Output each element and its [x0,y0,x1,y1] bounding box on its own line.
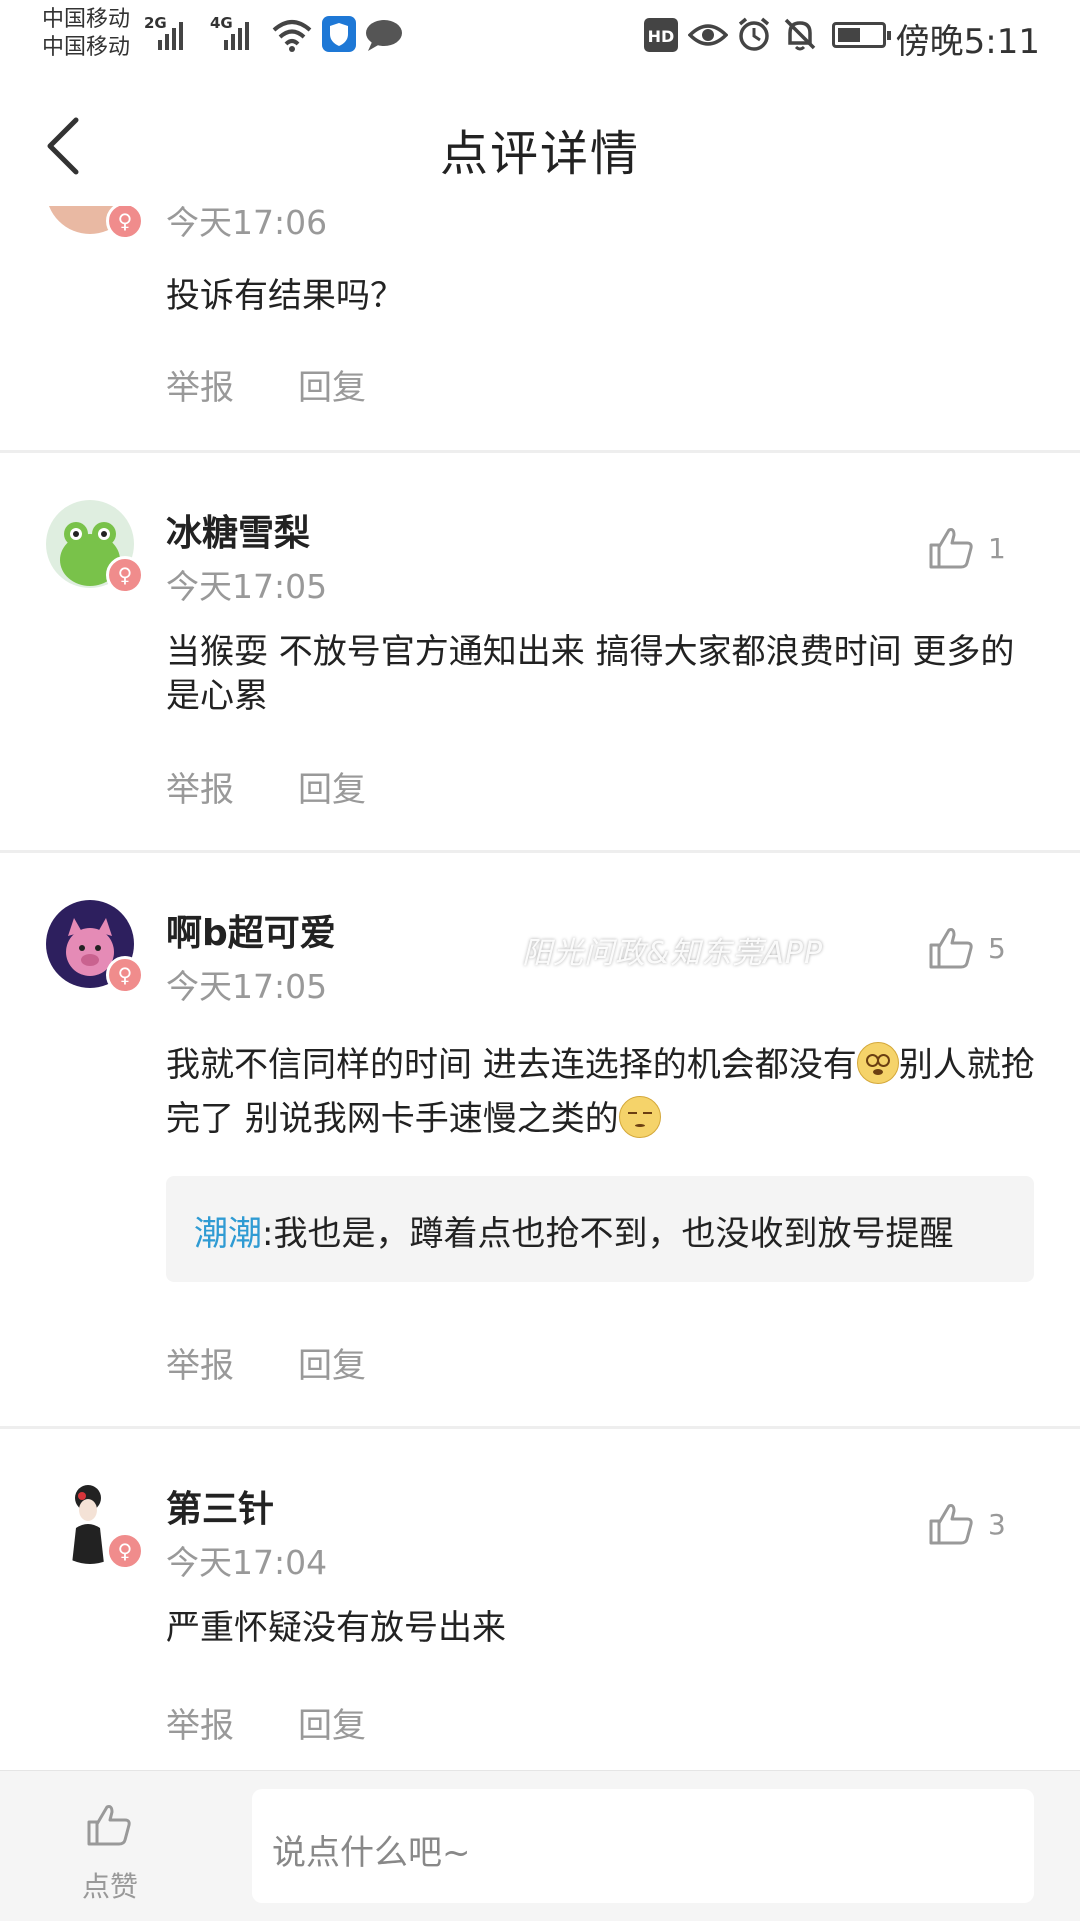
reply-user-name[interactable]: 潮潮 [194,1214,262,1254]
report-button[interactable]: 举报 [166,1338,234,1387]
comment-text: 严重怀疑没有放号出来 [166,1608,506,1648]
like-label: 点赞 [81,1870,138,1903]
comment-text: 我就不信同样的时间 进去连选择的机会都没有 别人就抢完了 别说我网卡手速慢之类的 [166,1038,1046,1146]
annoyed-face-emoji-icon [618,1096,661,1138]
carrier-labels: 中国移动 中国移动 [42,6,130,62]
avatar[interactable]: ♀ [46,1476,144,1570]
like-count: 1 [988,532,1006,565]
female-icon: ♀ [106,956,144,994]
thumbs-up-icon [929,928,973,969]
female-icon: ♀ [106,206,144,240]
user-name[interactable]: 冰糖雪梨 [166,504,310,556]
status-time: 傍晚5:11 [895,22,1040,62]
carrier-2: 中国移动 [42,35,131,60]
divider [0,450,1080,453]
report-button[interactable]: 举报 [166,1698,234,1747]
comment-time: 今天17:05 [166,967,328,1006]
message-icon [366,20,402,51]
reply-content: 潮潮:我也是，蹲着点也抢不到，也没收到放号提醒 [194,1206,953,1255]
female-icon: ♀ [106,1532,144,1570]
user-name[interactable]: 第三针 [166,1480,274,1532]
comment-text: 当猴耍 不放号官方通知出来 搞得大家都浪费时间 更多的是心累 [166,632,1015,716]
thumbs-up-icon [929,1504,973,1545]
divider [0,1426,1080,1429]
page-header: 点评详情 [0,76,1080,206]
shield-icon [322,16,356,52]
wifi-icon [272,20,312,52]
alarm-icon [738,17,770,51]
divider [0,850,1080,853]
like-button[interactable]: 3 [928,1502,1038,1552]
watermark: 阳光问政&知东莞APP [522,936,824,971]
carrier-1: 中国移动 [42,7,131,32]
page-title: 点评详情 [439,126,640,182]
like-count: 3 [988,1508,1006,1541]
thumbs-up-icon [929,528,973,569]
like-button[interactable]: 5 [928,926,1038,976]
hd-icon: HD [644,18,678,52]
thumbs-up-icon [87,1805,131,1846]
like-count: 5 [988,932,1006,965]
comment-text-part: 我就不信同样的时间 进去连选择的机会都没有 [166,1045,857,1085]
like-button[interactable]: 1 [928,526,1038,576]
report-button[interactable]: 举报 [166,762,234,811]
reply-button[interactable]: 回复 [298,1338,366,1387]
bottom-like-button[interactable]: 点赞 [76,1789,142,1909]
reply-text: :我也是，蹲着点也抢不到，也没收到放号提醒 [262,1214,954,1254]
battery-icon [832,22,891,48]
status-bar: 中国移动 中国移动 2G 4G HD 傍晚5:11 [0,0,1080,76]
comment-input-placeholder: 说点什么吧~ [272,1833,471,1873]
comment-input[interactable]: 说点什么吧~ [252,1789,1034,1903]
female-icon: ♀ [106,556,144,594]
reply-preview[interactable]: 潮潮:我也是，蹲着点也抢不到，也没收到放号提醒 [166,1176,1034,1282]
avatar[interactable]: ♀ [46,900,144,994]
comment-time: 今天17:04 [166,1543,328,1582]
bottom-bar: 点赞 说点什么吧~ [0,1770,1080,1921]
eye-icon [688,24,728,46]
reply-button[interactable]: 回复 [298,762,366,811]
report-button[interactable]: 举报 [166,360,234,409]
comment-text: 投诉有结果吗？ [166,276,404,316]
comment-list[interactable]: ♀ 今天17:06 投诉有结果吗？ 举报 回复 ♀ 冰糖雪梨 今天17:05 1… [0,206,1080,1770]
reply-button[interactable]: 回复 [298,1698,366,1747]
bell-off-icon [784,18,816,51]
dizzy-face-emoji-icon [856,1042,899,1084]
comment-time: 今天17:06 [166,206,328,242]
reply-button[interactable]: 回复 [298,360,366,409]
avatar[interactable]: ♀ [46,206,144,240]
avatar[interactable]: ♀ [46,500,144,594]
user-name[interactable]: 啊b超可爱 [166,904,336,956]
svg-text:HD: HD [648,27,675,46]
comment-time: 今天17:05 [166,567,328,606]
